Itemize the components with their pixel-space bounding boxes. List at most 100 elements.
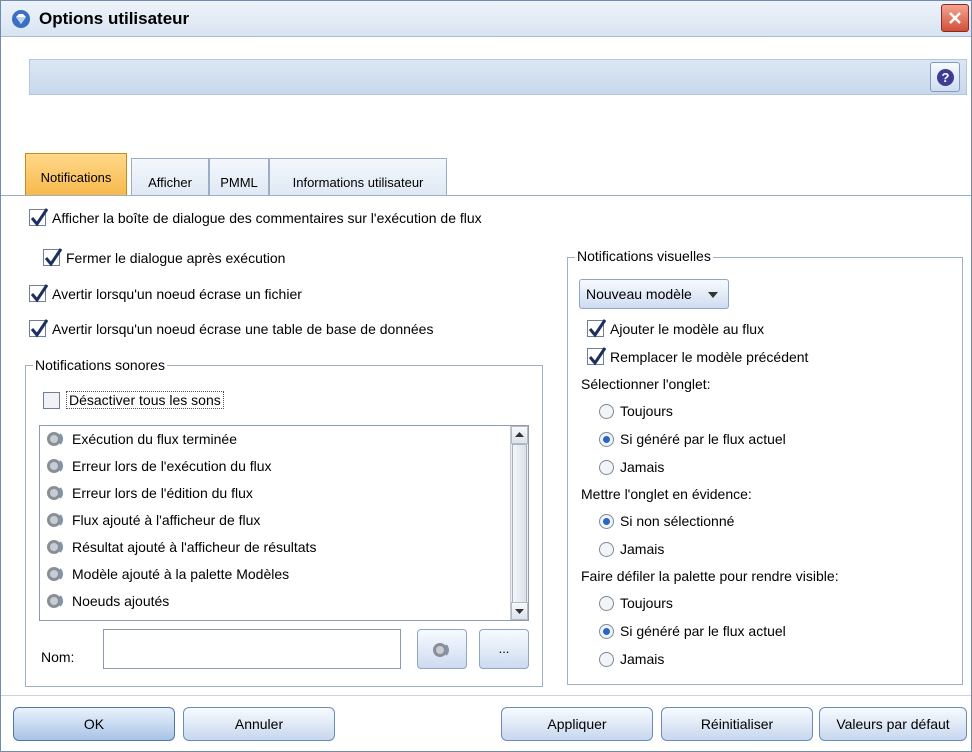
defaults-button[interactable]: Valeurs par défaut <box>819 707 967 741</box>
checkbox-box[interactable] <box>587 347 606 366</box>
radio-label: Si généré par le flux actuel <box>620 431 786 447</box>
show-feedback-dialog-label: Afficher la boîte de dialogue des commen… <box>52 209 482 226</box>
tab-afficher[interactable]: Afficher <box>131 158 209 195</box>
checkbox-box[interactable] <box>587 319 606 338</box>
select-tab-label: Sélectionner l'onglet: <box>581 376 711 392</box>
radio-circle[interactable] <box>599 541 614 557</box>
speaker-icon <box>46 592 66 610</box>
close-button[interactable] <box>941 4 969 32</box>
name-label: Nom: <box>41 649 75 665</box>
play-sound-button[interactable] <box>417 629 467 669</box>
checkbox-box[interactable] <box>29 319 48 338</box>
scroll-never-radio[interactable]: Jamais <box>599 651 664 667</box>
radio-label: Toujours <box>620 403 673 419</box>
select-tab-always-radio[interactable]: Toujours <box>599 403 673 419</box>
radio-circle[interactable] <box>599 431 614 447</box>
chevron-down-icon <box>708 292 718 298</box>
disable-sounds-label: Désactiver tous les sons <box>66 391 224 409</box>
replace-model-checkbox[interactable]: Remplacer le modèle précédent <box>587 347 809 366</box>
ok-button[interactable]: OK <box>13 707 175 741</box>
radio-circle[interactable] <box>599 651 614 667</box>
chevron-down-icon <box>515 609 524 614</box>
diamond-gem-icon <box>12 10 30 28</box>
info-bar: ? <box>29 59 967 95</box>
checkmark-icon <box>44 248 62 267</box>
radio-circle[interactable] <box>599 513 614 529</box>
checkmark-icon <box>588 347 606 366</box>
list-item-label: Erreur lors de l'édition du flux <box>72 485 253 501</box>
list-item[interactable]: Erreur lors de l'exécution du flux <box>46 457 272 475</box>
browse-button[interactable]: ... <box>479 629 529 669</box>
close-dialog-checkbox[interactable]: Fermer le dialogue après exécution <box>43 248 286 267</box>
highlight-tab-label: Mettre l'onglet en évidence: <box>581 486 752 502</box>
help-button[interactable]: ? <box>930 62 960 92</box>
highlight-never-radio[interactable]: Jamais <box>599 541 664 557</box>
select-tab-if-generated-radio[interactable]: Si généré par le flux actuel <box>599 431 786 447</box>
tab-notifications[interactable]: Notifications <box>25 153 127 196</box>
radio-label: Si généré par le flux actuel <box>620 623 786 639</box>
speaker-icon <box>433 643 449 657</box>
scroll-if-generated-radio[interactable]: Si généré par le flux actuel <box>599 623 786 639</box>
chevron-up-icon <box>515 432 524 437</box>
radio-circle[interactable] <box>599 595 614 611</box>
button-bar-separator <box>1 695 971 696</box>
radio-label: Jamais <box>620 541 665 557</box>
checkmark-icon <box>588 319 606 338</box>
list-item[interactable]: Résultat ajouté à l'afficheur de résulta… <box>46 538 316 556</box>
radio-circle[interactable] <box>599 403 614 419</box>
radio-circle[interactable] <box>599 623 614 639</box>
model-type-value: Nouveau modèle <box>586 286 692 302</box>
window-title: Options utilisateur <box>39 9 190 28</box>
list-item-label: Résultat ajouté à l'afficheur de résulta… <box>72 539 317 555</box>
list-item[interactable]: Flux ajouté à l'afficheur de flux <box>46 511 260 529</box>
list-item-label: Flux ajouté à l'afficheur de flux <box>72 512 261 528</box>
sound-event-list[interactable]: Exécution du flux terminée Erreur lors d… <box>39 425 529 621</box>
add-model-checkbox[interactable]: Ajouter le modèle au flux <box>587 319 764 338</box>
list-item-label: Modèle ajouté à la palette Modèles <box>72 566 290 582</box>
highlight-if-not-selected-radio[interactable]: Si non sélectionné <box>599 513 734 529</box>
disable-sounds-checkbox[interactable]: Désactiver tous les sons <box>43 391 224 409</box>
name-input[interactable] <box>103 629 401 669</box>
speaker-icon <box>46 457 66 475</box>
radio-label: Si non sélectionné <box>620 513 735 529</box>
radio-circle[interactable] <box>599 459 614 475</box>
scroll-up-button[interactable] <box>511 426 528 444</box>
list-item[interactable]: Erreur lors de l'édition du flux <box>46 484 253 502</box>
tab-informations-utilisateur[interactable]: Informations utilisateur <box>269 158 447 195</box>
scroll-down-button[interactable] <box>511 602 528 620</box>
checkbox-box[interactable] <box>43 391 60 409</box>
checkbox-box[interactable] <box>29 208 48 227</box>
help-icon: ? <box>937 69 954 86</box>
show-feedback-dialog-checkbox[interactable]: Afficher la boîte de dialogue des commen… <box>29 208 482 227</box>
apply-button[interactable]: Appliquer <box>501 707 653 741</box>
speaker-icon <box>46 430 66 448</box>
radio-label: Jamais <box>620 651 665 667</box>
close-icon <box>949 12 961 24</box>
list-scrollbar[interactable] <box>510 426 528 620</box>
select-tab-never-radio[interactable]: Jamais <box>599 459 664 475</box>
list-item-label: Exécution du flux terminée <box>72 431 237 447</box>
checkmark-icon <box>30 319 48 338</box>
radio-label: Toujours <box>620 595 673 611</box>
list-item[interactable]: Modèle ajouté à la palette Modèles <box>46 565 289 583</box>
checkbox-box[interactable] <box>43 248 62 267</box>
replace-model-label: Remplacer le modèle précédent <box>610 348 809 365</box>
model-type-dropdown[interactable]: Nouveau modèle <box>579 279 729 309</box>
scroll-always-radio[interactable]: Toujours <box>599 595 673 611</box>
checkbox-box[interactable] <box>29 284 48 303</box>
options-dialog: Options utilisateur ? Notifications Affi… <box>0 0 972 752</box>
list-item[interactable]: Noeuds ajoutés <box>46 592 169 610</box>
speaker-icon <box>46 538 66 556</box>
warn-table-checkbox[interactable]: Avertir lorsqu'un noeud écrase une table… <box>29 319 434 338</box>
warn-table-label: Avertir lorsqu'un noeud écrase une table… <box>52 320 434 337</box>
list-item[interactable]: Exécution du flux terminée <box>46 430 237 448</box>
list-item-label: Noeuds ajoutés <box>72 593 170 609</box>
reset-button[interactable]: Réinitialiser <box>661 707 813 741</box>
cancel-button[interactable]: Annuler <box>183 707 335 741</box>
warn-file-checkbox[interactable]: Avertir lorsqu'un noeud écrase un fichie… <box>29 284 302 303</box>
scroll-thumb[interactable] <box>512 444 527 604</box>
tab-pmml[interactable]: PMML <box>209 158 269 195</box>
radio-label: Jamais <box>620 459 665 475</box>
close-dialog-label: Fermer le dialogue après exécution <box>66 249 286 266</box>
title-bar: Options utilisateur <box>1 1 971 37</box>
